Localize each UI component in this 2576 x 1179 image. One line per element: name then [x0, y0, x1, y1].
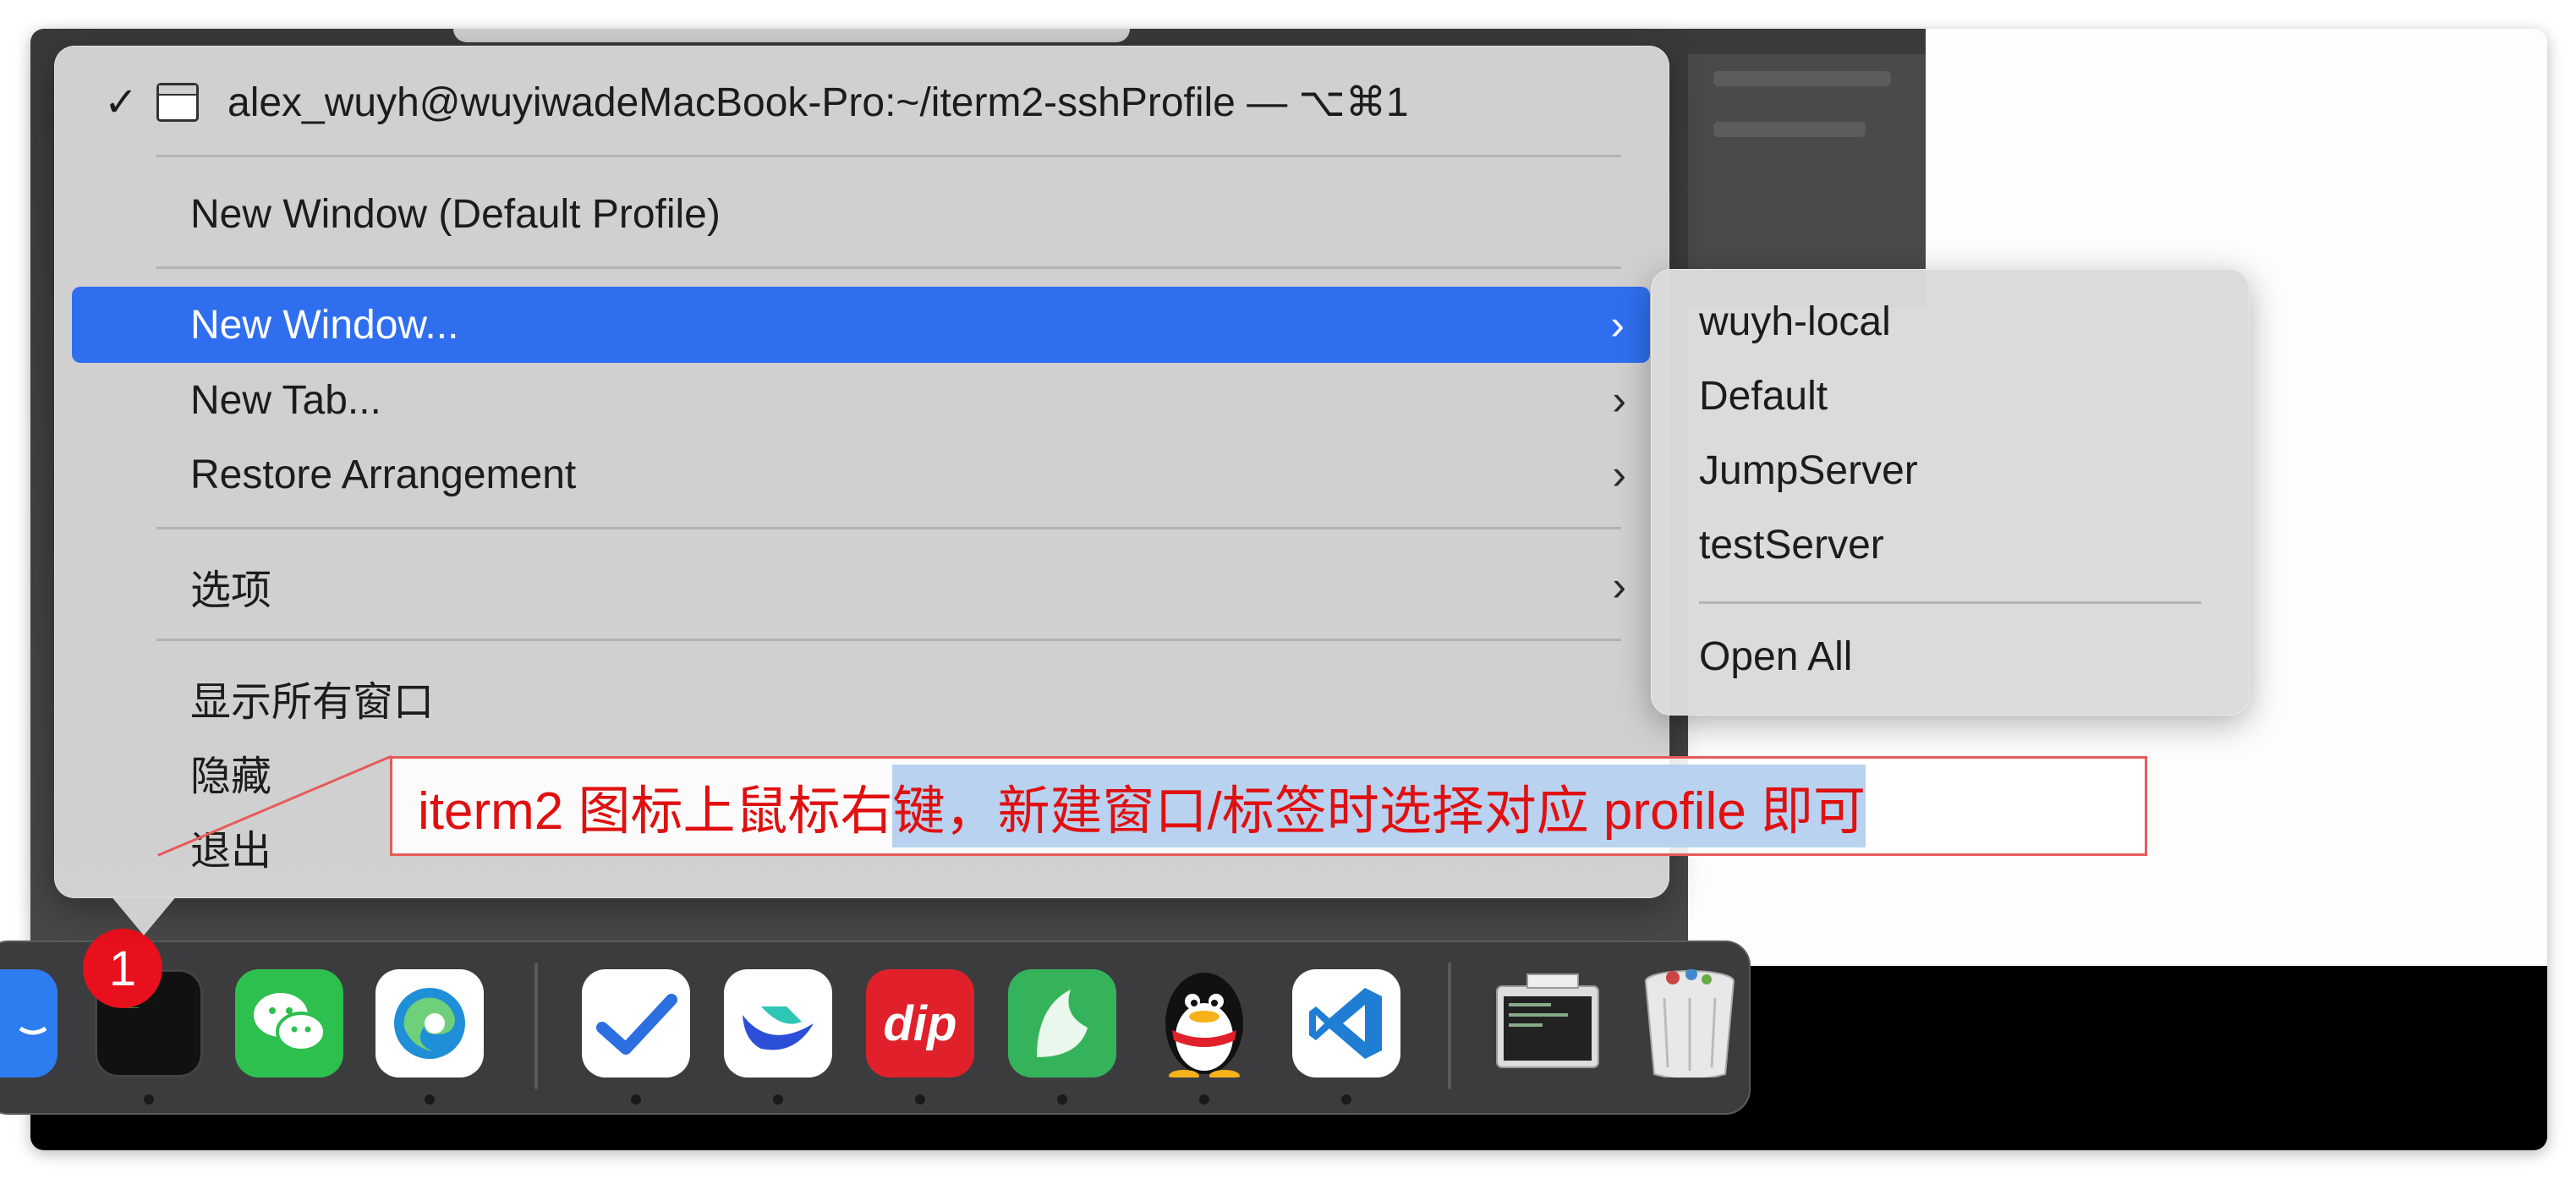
- window-icon: [156, 83, 199, 122]
- annotation-step-badge: 1: [83, 929, 162, 1008]
- menu-item-label: New Window (Default Profile): [190, 191, 721, 237]
- submenu-item-profile[interactable]: testServer: [1699, 522, 1884, 568]
- menu-item-label: Restore Arrangement: [190, 452, 577, 497]
- vscode-logo-icon: [1309, 988, 1382, 1059]
- menu-item-show-all-windows[interactable]: 显示所有窗口: [72, 661, 1652, 735]
- terminal-preview-icon: [1496, 973, 1599, 1068]
- running-indicator: [1341, 1094, 1351, 1105]
- current-window-label: alex_wuyh@wuyiwadeMacBook-Pro:~/iterm2-s…: [227, 80, 1409, 125]
- running-indicator: [773, 1094, 783, 1105]
- feishu-icon[interactable]: [724, 969, 832, 1078]
- running-indicator: [1057, 1094, 1067, 1105]
- edge-icon[interactable]: [375, 969, 484, 1078]
- running-indicator: [425, 1094, 435, 1105]
- menu-item-label: New Window...: [190, 302, 459, 348]
- preview-icon[interactable]: [1494, 969, 1602, 1078]
- chevron-right-icon: ›: [1612, 451, 1626, 498]
- wechat-bubbles-icon: [254, 993, 326, 1052]
- annotation-callout: iterm2 图标上鼠标右 键，新建窗口/标签时选择对应 profile 即可: [390, 756, 2147, 856]
- menu-separator: [156, 639, 1621, 641]
- wechat-icon[interactable]: [235, 969, 343, 1078]
- dip-logo-icon: dip: [883, 995, 957, 1051]
- finder-face-icon: [19, 1026, 47, 1035]
- qq-icon[interactable]: [1150, 969, 1258, 1078]
- chevron-right-icon: ›: [1612, 562, 1626, 610]
- chevron-right-icon: ›: [1610, 301, 1625, 348]
- qq-penguin-icon: [1165, 973, 1243, 1078]
- menu-item-restore-arrangement[interactable]: Restore Arrangement ›: [72, 437, 1652, 512]
- menu-item-new-tab[interactable]: New Tab... ›: [72, 363, 1652, 437]
- menu-item-options[interactable]: 选项 ›: [72, 549, 1652, 623]
- new-window-submenu: wuyh-local Default JumpServer testServer…: [1651, 269, 2250, 716]
- submenu-item-profile[interactable]: Default: [1699, 373, 1828, 420]
- menu-pointer-tail: [110, 895, 178, 935]
- submenu-separator: [1699, 601, 2201, 604]
- running-indicator: [1199, 1094, 1209, 1105]
- dip-icon[interactable]: dip: [866, 969, 974, 1078]
- submenu-item-open-all[interactable]: Open All: [1699, 633, 1852, 680]
- trash-icon[interactable]: [1636, 969, 1744, 1078]
- dock-separator: [1448, 962, 1451, 1089]
- blurred-line: [1713, 71, 1891, 86]
- annotation-text: iterm2 图标上鼠标右: [418, 782, 893, 841]
- menu-item-label: 隐藏: [190, 754, 272, 799]
- blurred-line: [1713, 122, 1866, 137]
- edge-logo-icon: [394, 988, 465, 1059]
- running-indicator: [631, 1094, 641, 1105]
- menu-item-label: 退出: [190, 829, 272, 874]
- dock-separator: [534, 962, 538, 1089]
- menu-item-label: 显示所有窗口: [190, 680, 435, 725]
- menu-item-new-window-default[interactable]: New Window (Default Profile): [72, 177, 1652, 251]
- annotation-highlighted-text: 键，新建窗口/标签时选择对应 profile 即可: [892, 765, 1866, 847]
- submenu-item-profile[interactable]: wuyh-local: [1699, 299, 1891, 345]
- todo-icon[interactable]: [582, 969, 690, 1078]
- menu-separator: [156, 155, 1621, 157]
- window-titlebar-fragment: [453, 29, 1130, 42]
- finder-icon[interactable]: [0, 969, 58, 1078]
- menu-item-label: New Tab...: [190, 377, 381, 423]
- yuque-bird-icon: [1037, 990, 1088, 1057]
- running-indicator: [915, 1094, 925, 1105]
- trash-can-icon: [1645, 969, 1735, 1078]
- menu-item-new-window[interactable]: New Window... ›: [72, 287, 1650, 363]
- submenu-item-profile[interactable]: JumpServer: [1699, 447, 1918, 494]
- running-indicator: [144, 1094, 154, 1105]
- menu-item-label: 选项: [190, 568, 272, 613]
- menu-separator: [156, 527, 1621, 529]
- checkmark-icon: ✓: [104, 80, 139, 125]
- checkmark-icon: [596, 994, 677, 1055]
- yuque-icon[interactable]: [1008, 969, 1116, 1078]
- feishu-bird-icon: [743, 1006, 814, 1050]
- vscode-icon[interactable]: [1292, 969, 1400, 1078]
- chevron-right-icon: ›: [1612, 376, 1626, 424]
- menu-separator: [156, 266, 1621, 269]
- menu-item-current-window[interactable]: ✓ alex_wuyh@wuyiwadeMacBook-Pro:~/iterm2…: [72, 65, 1652, 140]
